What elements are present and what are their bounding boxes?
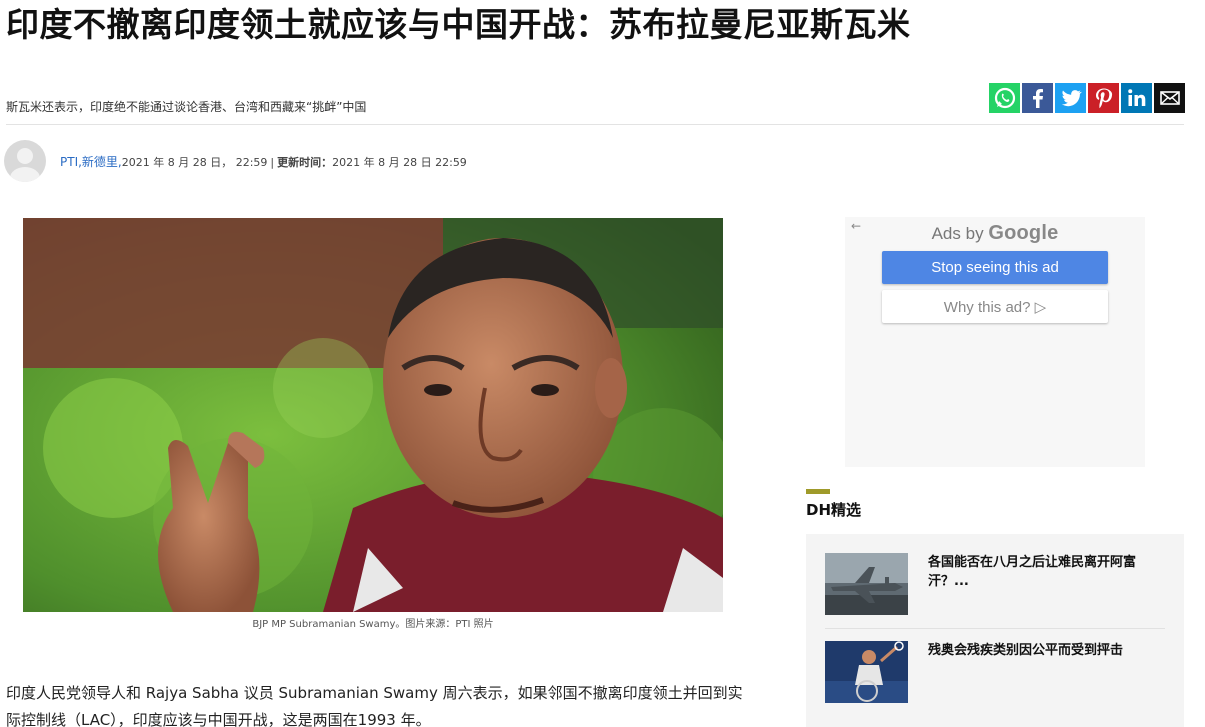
list-item[interactable]: 残奥会残疾类别因公平而受到抨击 — [825, 641, 1170, 703]
byline-separator: | — [270, 155, 275, 169]
share-bar — [989, 83, 1185, 113]
facebook-icon — [1032, 89, 1043, 108]
updated-date: 2021 年 8 月 28 日 22:59 — [332, 155, 467, 169]
list-item[interactable]: 各国能否在八月之后让难民离开阿富汗？... — [825, 553, 1170, 615]
author-link[interactable]: PTI,新德里, — [60, 155, 122, 169]
article-subhead: 斯瓦米还表示，印度绝不能通过谈论香港、台湾和西藏来“挑衅”中国 — [6, 100, 367, 114]
byline-text: PTI,新德里,2021 年 8 月 28 日， 22:59 | 更新时间：2021… — [60, 153, 467, 170]
dh-picks-title: DH精选 — [806, 501, 862, 519]
news-title[interactable]: 各国能否在八月之后让难民离开阿富汗？... — [928, 553, 1168, 591]
ads-by-text: Ads by — [931, 224, 984, 243]
byline: PTI,新德里,2021 年 8 月 28 日， 22:59 | 更新时间：2021… — [4, 140, 467, 182]
published-date: 2021 年 8 月 28 日， 22:59 — [121, 155, 268, 169]
google-logo: Google — [988, 222, 1059, 244]
linkedin-share-button[interactable] — [1121, 83, 1152, 113]
dh-picks-list: 各国能否在八月之后让难民离开阿富汗？... 残奥会残疾类别因公平而受到抨击 — [806, 534, 1184, 727]
pinterest-icon — [1095, 88, 1112, 109]
whatsapp-icon — [994, 87, 1015, 109]
article-body-paragraph: 印度人民党领导人和 Rajya Sabha 议员 Subramanian Swa… — [6, 684, 743, 727]
author-avatar-icon — [4, 140, 46, 182]
twitter-icon — [1061, 90, 1082, 107]
news-title[interactable]: 残奥会残疾类别因公平而受到抨击 — [928, 641, 1168, 660]
ad-container: ← Ads by Google Stop seeing this ad Why … — [845, 217, 1145, 467]
list-divider — [825, 628, 1165, 629]
news-thumbnail — [825, 641, 908, 703]
why-this-ad-button[interactable]: Why this ad? ▷ — [882, 290, 1108, 323]
section-accent-bar — [806, 489, 830, 494]
header-divider — [6, 124, 1184, 125]
linkedin-icon — [1127, 89, 1145, 106]
email-share-button[interactable] — [1154, 83, 1185, 113]
article-photo — [23, 218, 723, 612]
updated-label: 更新时间： — [277, 155, 333, 169]
email-icon — [1159, 91, 1180, 105]
whatsapp-share-button[interactable] — [989, 83, 1020, 113]
pinterest-share-button[interactable] — [1088, 83, 1119, 113]
ads-by-google-label: Ads by Google — [845, 222, 1145, 245]
news-thumbnail — [825, 553, 908, 615]
photo-caption: BJP MP Subramanian Swamy。图片来源：PTI 照片 — [252, 619, 494, 630]
article-headline: 印度不撤离印度领土就应该与中国开战：苏布拉曼尼亚斯瓦米 — [6, 5, 911, 44]
facebook-share-button[interactable] — [1022, 83, 1053, 113]
twitter-share-button[interactable] — [1055, 83, 1086, 113]
stop-seeing-ad-button[interactable]: Stop seeing this ad — [882, 251, 1108, 284]
